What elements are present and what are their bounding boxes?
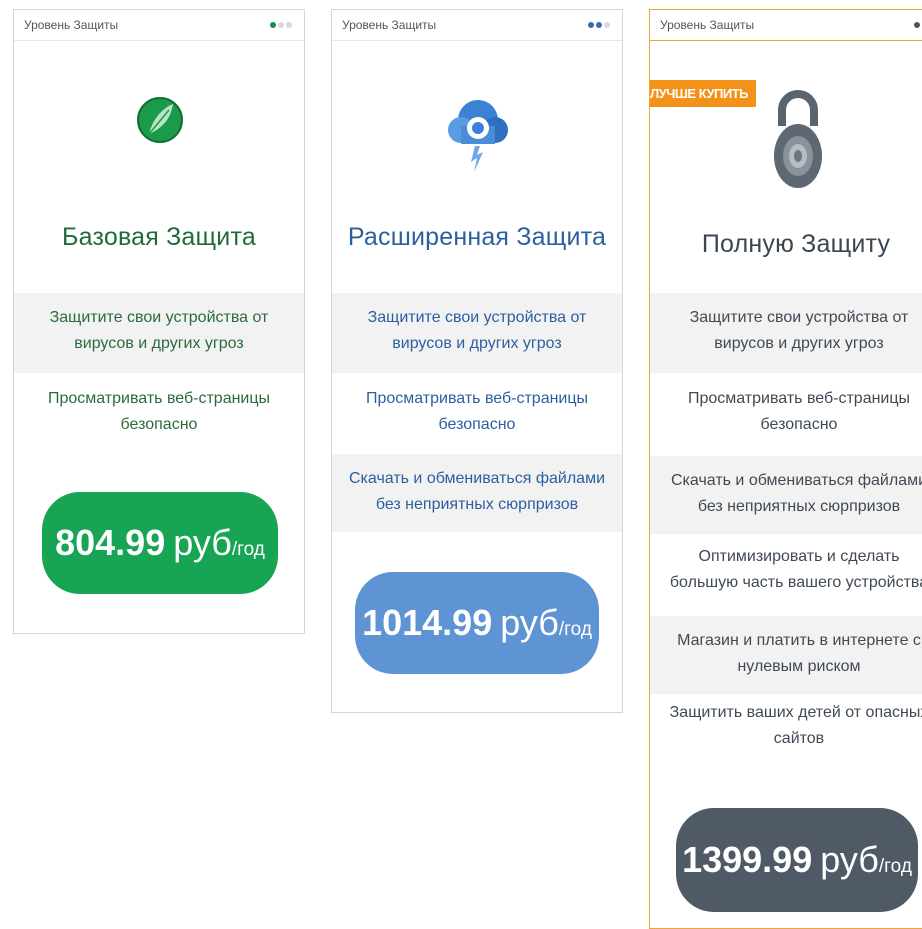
level-dot: [270, 22, 276, 28]
price-amount: 1399.99: [682, 839, 813, 880]
protection-level-bar: Уровень Защиты: [650, 10, 922, 41]
protection-level-label: Уровень Защиты: [342, 18, 437, 32]
plan-card-full: Уровень Защиты ЛУЧШЕ КУПИТЬ Полную Защит…: [649, 9, 922, 929]
plan-title: Полную Защиту: [701, 230, 891, 258]
feature-item: Защитить ваших детей от опасных сайтов: [669, 704, 922, 747]
price-currency: руб: [500, 602, 559, 643]
price-currency: руб: [173, 522, 232, 563]
feature-item: Защитите свои устройства от вирусов и др…: [650, 293, 922, 373]
price-amount: 1014.99: [362, 602, 493, 643]
level-dot: [596, 22, 602, 28]
feature-item: Защитите свои устройства от вирусов и др…: [14, 293, 304, 373]
price-currency: руб: [820, 839, 879, 880]
level-dot: [588, 22, 594, 28]
level-dot: [604, 22, 610, 28]
price-amount: 804.99: [55, 522, 166, 563]
blue-cloud-icon: [448, 100, 508, 172]
protection-level-label: Уровень Защиты: [660, 18, 755, 32]
plan-title: Расширенная Защита: [347, 223, 607, 251]
protection-level-bar: Уровень Защиты: [332, 10, 622, 41]
padlock-icon: [774, 90, 822, 188]
level-indicator: [270, 22, 292, 28]
level-indicator: [588, 22, 610, 28]
feature-item: Скачать и обмениваться файлами без непри…: [650, 456, 922, 534]
level-indicator: [914, 22, 922, 28]
best-buy-badge: ЛУЧШЕ КУПИТЬ: [650, 80, 757, 107]
feature-item: Просматривать веб-страницы безопасно: [365, 390, 589, 433]
feature-item: Магазин и платить в интернете с нулевым …: [650, 616, 922, 694]
price-button-basic[interactable]: 804.99 руб/год: [42, 492, 278, 594]
plan-title: Базовая Защита: [62, 223, 256, 251]
level-dot: [286, 22, 292, 28]
green-leaf-icon: [137, 97, 183, 143]
price-button-full[interactable]: 1399.99 руб/год: [676, 808, 918, 912]
level-dot: [914, 22, 920, 28]
feature-item: Оптимизировать и сделать большую часть в…: [669, 548, 922, 591]
feature-item: Скачать и обмениваться файлами без непри…: [332, 454, 622, 532]
feature-item: Просматривать веб-страницы безопасно: [687, 390, 911, 433]
plan-card-extended: Уровень Защиты Расширенная Защита Защити…: [331, 9, 623, 713]
feature-item: Просматривать веб-страницы безопасно: [47, 390, 271, 433]
protection-level-bar: Уровень Защиты: [14, 10, 304, 41]
price-period: /год: [558, 619, 592, 640]
feature-item: Защитите свои устройства от вирусов и др…: [332, 293, 622, 373]
protection-level-label: Уровень Защиты: [24, 18, 119, 32]
plan-card-basic: Уровень Защиты Базовая Защита Защитите с…: [13, 9, 305, 634]
level-dot: [278, 22, 284, 28]
price-period: /год: [231, 539, 265, 560]
price-period: /год: [878, 856, 912, 877]
price-button-extended[interactable]: 1014.99 руб/год: [355, 572, 599, 674]
